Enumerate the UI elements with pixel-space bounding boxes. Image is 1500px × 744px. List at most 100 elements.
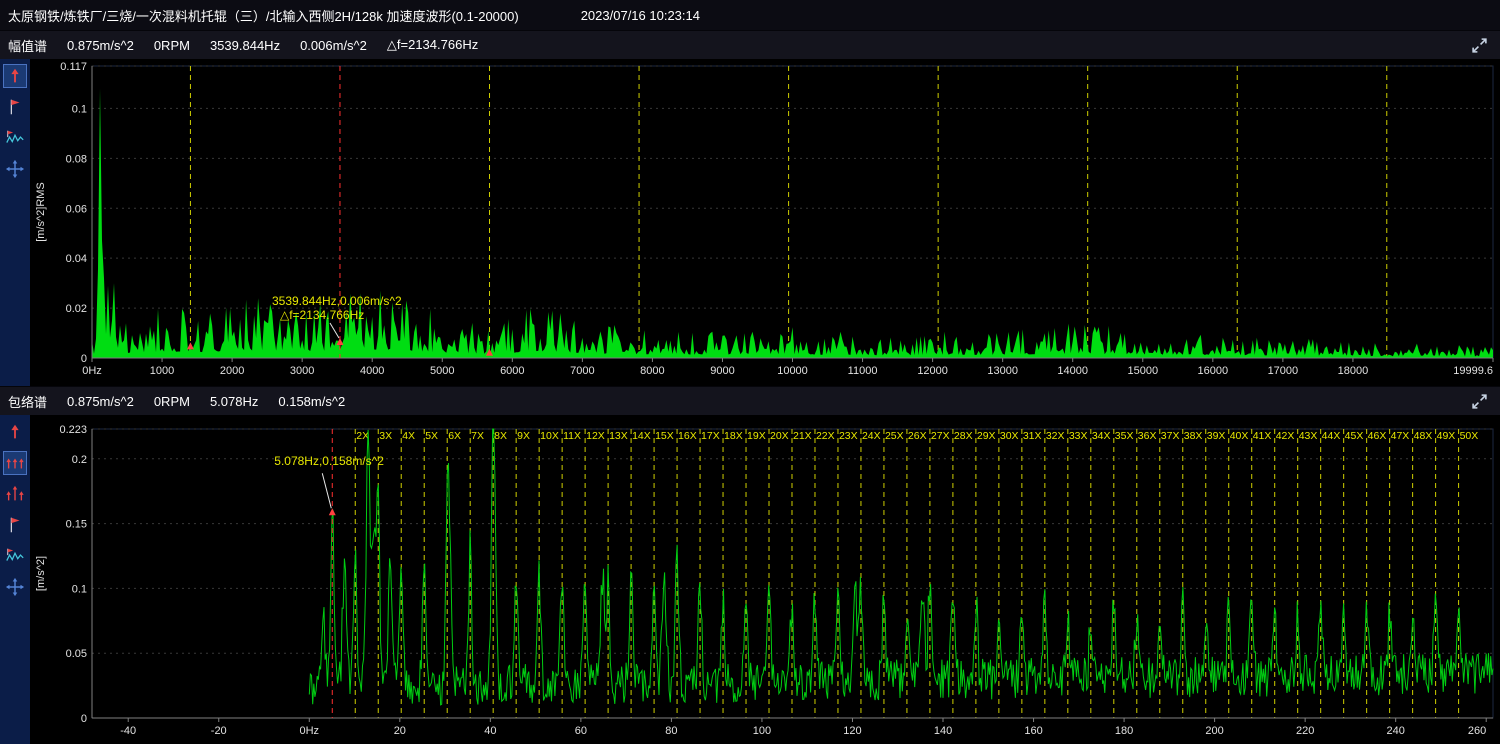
cursor-annotation-delta: △f=2134.766Hz xyxy=(280,308,364,322)
harmonic-label: 44X xyxy=(1322,430,1341,442)
single-cursor-icon[interactable] xyxy=(3,420,27,444)
spectrum-trace xyxy=(309,429,1493,705)
y-tick-label: 0.04 xyxy=(66,253,87,265)
harmonic-label: 34X xyxy=(1092,430,1111,442)
pan-tool-icon[interactable] xyxy=(3,157,27,181)
pan-tool-icon[interactable] xyxy=(3,575,27,599)
harmonic-label: 26X xyxy=(908,430,927,442)
x-tick-label: 60 xyxy=(575,725,587,737)
harmonic-label: 28X xyxy=(954,430,973,442)
harmonic-label: 13X xyxy=(609,430,628,442)
fullscreen-icon[interactable] xyxy=(1471,37,1488,54)
cursor-annotation: 3539.844Hz,0.006m/s^2 xyxy=(272,294,402,308)
harmonic-label: 6X xyxy=(448,430,461,442)
sideband-cursor-icon[interactable] xyxy=(3,482,27,506)
x-tick-label: 17000 xyxy=(1268,365,1299,377)
harmonic-label: 31X xyxy=(1023,430,1042,442)
waveform-marker-icon[interactable] xyxy=(3,544,27,568)
harmonic-label: 24X xyxy=(862,430,881,442)
annotation-leader-line xyxy=(322,473,331,508)
x-tick-label: 16000 xyxy=(1198,365,1229,377)
harmonic-label: 40X xyxy=(1230,430,1249,442)
y-tick-label: 0.15 xyxy=(66,519,87,531)
x-tick-label: 260 xyxy=(1468,725,1486,737)
harmonic-label: 15X xyxy=(655,430,674,442)
x-tick-label: 19999.6 xyxy=(1453,365,1493,377)
harmonic-label: 49X xyxy=(1437,430,1456,442)
harmonic-label: 4X xyxy=(402,430,415,442)
harmonic-label: 27X xyxy=(931,430,950,442)
fullscreen-icon[interactable] xyxy=(1471,393,1488,410)
harmonic-label: 14X xyxy=(632,430,651,442)
harmonic-label: 38X xyxy=(1184,430,1203,442)
envelope-chart-toolbar xyxy=(0,415,30,744)
waveform-marker-icon[interactable] xyxy=(3,126,27,150)
reading-rms: 0.875m/s^2 xyxy=(67,394,134,409)
single-cursor-icon[interactable] xyxy=(3,64,27,88)
y-tick-label: 0.06 xyxy=(66,203,87,215)
y-tick-label: 0.2 xyxy=(72,454,87,466)
harmonic-label: 42X xyxy=(1276,430,1295,442)
harmonic-label: 19X xyxy=(747,430,766,442)
harmonic-label: 2X xyxy=(356,430,369,442)
x-tick-label: 18000 xyxy=(1338,365,1369,377)
x-tick-label: 0Hz xyxy=(82,365,102,377)
reading-rms: 0.875m/s^2 xyxy=(67,38,134,53)
flag-marker-icon[interactable] xyxy=(3,95,27,119)
peak-marker xyxy=(187,342,194,349)
harmonic-label: 33X xyxy=(1069,430,1088,442)
harmonic-label: 43X xyxy=(1299,430,1318,442)
amplitude-spectrum-chart[interactable]: 00.020.040.060.080.10.1170Hz100020003000… xyxy=(30,59,1500,386)
y-tick-label: 0.117 xyxy=(60,61,87,73)
harmonic-label: 22X xyxy=(816,430,835,442)
x-tick-label: 180 xyxy=(1115,725,1133,737)
flag-marker-icon[interactable] xyxy=(3,513,27,537)
x-tick-label: 4000 xyxy=(360,365,384,377)
vibration-analysis-app: 太原钢铁/炼铁厂/三烧/一次混料机托辊（三）/北输入西侧2H/128k 加速度波… xyxy=(0,0,1500,744)
harmonic-label: 39X xyxy=(1207,430,1226,442)
harmonic-label: 30X xyxy=(1000,430,1019,442)
harmonic-label: 37X xyxy=(1161,430,1180,442)
harmonic-label: 48X xyxy=(1414,430,1433,442)
reading-rpm: 0RPM xyxy=(154,38,190,53)
harmonic-label: 47X xyxy=(1391,430,1410,442)
x-tick-label: 140 xyxy=(934,725,952,737)
harmonic-label: 25X xyxy=(885,430,904,442)
harmonic-label: 8X xyxy=(494,430,507,442)
harmonic-label: 36X xyxy=(1138,430,1157,442)
x-tick-label: 12000 xyxy=(917,365,948,377)
x-tick-label: 160 xyxy=(1024,725,1042,737)
harmonic-label: 9X xyxy=(517,430,530,442)
harmonic-label: 3X xyxy=(379,430,392,442)
reading-rpm: 0RPM xyxy=(154,394,190,409)
y-tick-label: 0.1 xyxy=(72,103,87,115)
amplitude-chart-toolbar xyxy=(0,59,30,386)
harmonic-label: 11X xyxy=(563,430,581,442)
x-tick-label: 9000 xyxy=(710,365,734,377)
x-tick-label: 7000 xyxy=(570,365,594,377)
x-tick-label: 120 xyxy=(843,725,861,737)
x-tick-label: 20 xyxy=(394,725,406,737)
x-tick-label: -40 xyxy=(120,725,136,737)
y-tick-label: 0.08 xyxy=(66,153,87,165)
x-tick-label: 13000 xyxy=(987,365,1018,377)
envelope-spectrum-row: 00.050.10.150.20.2232X3X4X5X6X7X8X9X10X1… xyxy=(0,415,1500,744)
harmonic-label: 45X xyxy=(1345,430,1364,442)
x-tick-label: 200 xyxy=(1205,725,1223,737)
harmonic-label: 21X xyxy=(793,430,812,442)
reading-cursor-frequency: 5.078Hz xyxy=(210,394,258,409)
harmonic-label: 16X xyxy=(678,430,697,442)
measurement-path: 太原钢铁/炼铁厂/三烧/一次混料机托辊（三）/北输入西侧2H/128k 加速度波… xyxy=(8,6,519,25)
harmonic-cursor-icon[interactable] xyxy=(3,451,27,475)
amplitude-spectrum-header: 幅值谱 0.875m/s^2 0RPM 3539.844Hz 0.006m/s^… xyxy=(0,30,1500,59)
section-title-amplitude: 幅值谱 xyxy=(8,36,47,55)
titlebar: 太原钢铁/炼铁厂/三烧/一次混料机托辊（三）/北输入西侧2H/128k 加速度波… xyxy=(0,0,1500,30)
harmonic-label: 29X xyxy=(977,430,996,442)
reading-cursor-frequency: 3539.844Hz xyxy=(210,38,280,53)
envelope-spectrum-chart[interactable]: 00.050.10.150.20.2232X3X4X5X6X7X8X9X10X1… xyxy=(30,415,1500,744)
x-tick-label: 1000 xyxy=(150,365,174,377)
x-tick-label: 240 xyxy=(1386,725,1404,737)
harmonic-label: 5X xyxy=(425,430,438,442)
x-tick-label: 3000 xyxy=(290,365,314,377)
harmonic-label: 50X xyxy=(1460,430,1479,442)
